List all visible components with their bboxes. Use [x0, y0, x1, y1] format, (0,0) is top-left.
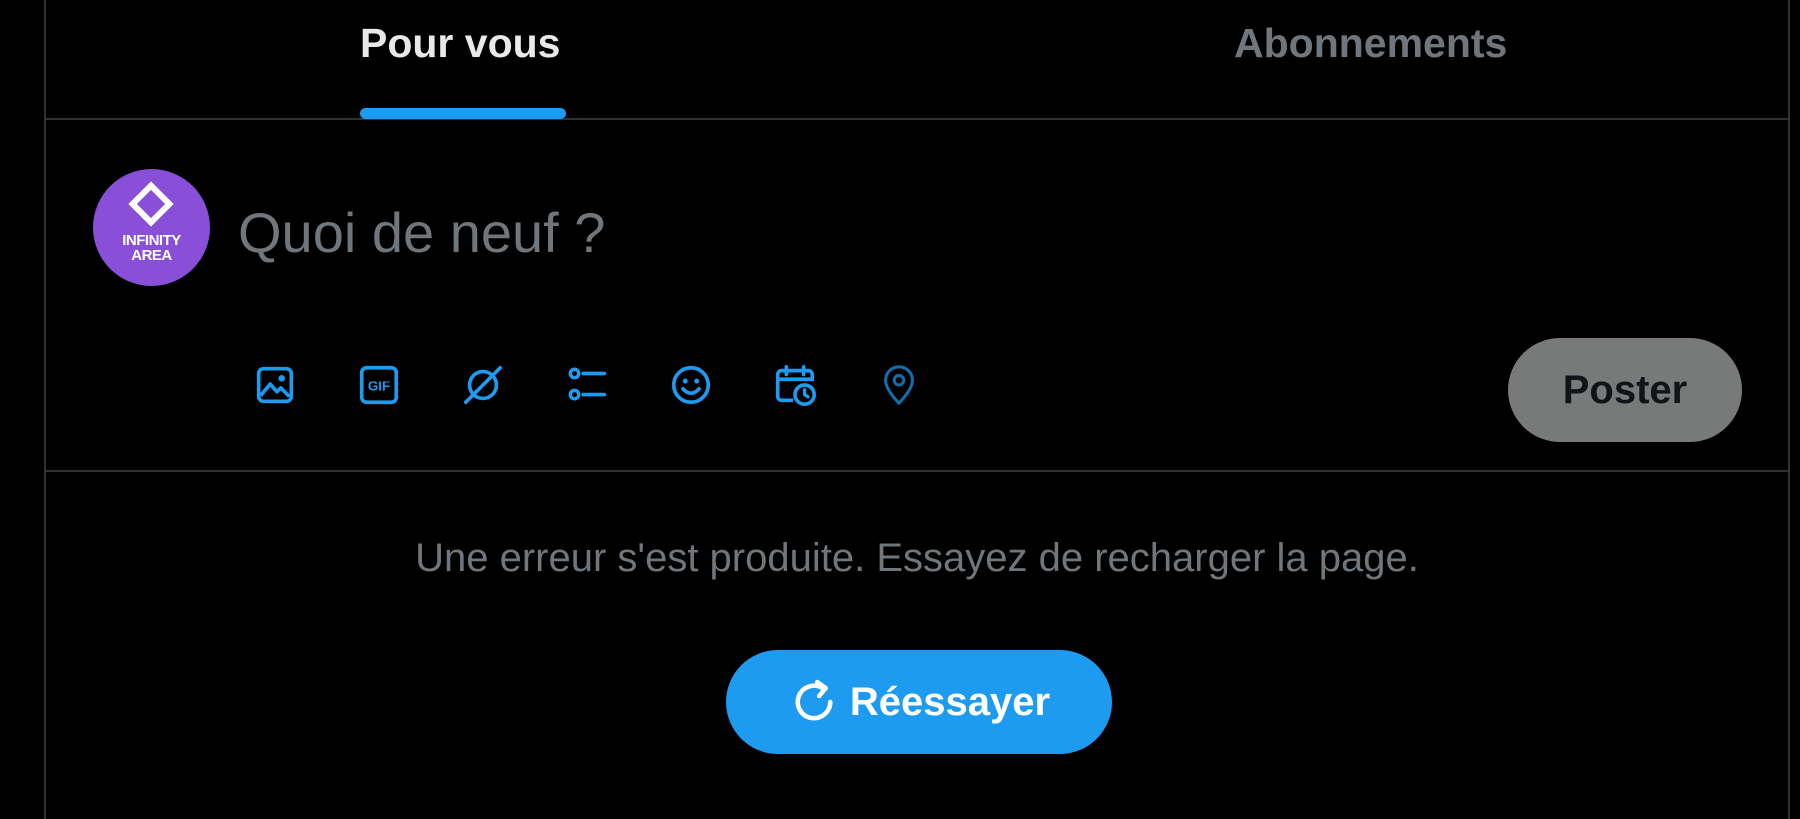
retry-button[interactable]: Réessayer [726, 650, 1112, 754]
tab-following-label: Abonnements [1234, 20, 1508, 66]
retry-button-label: Réessayer [849, 679, 1051, 724]
emoji-icon [671, 365, 711, 405]
post-button[interactable]: Poster [1508, 338, 1742, 442]
schedule-icon [775, 364, 816, 406]
error-message: Une erreur s'est produite. Essayez de re… [415, 536, 1419, 580]
tab-for-you-label: Pour vous [360, 20, 561, 66]
add-gif-button[interactable]: GIF [344, 350, 414, 420]
avatar-text-line1: INFINITY [122, 232, 181, 249]
timeline-tabs: Pour vous Abonnements [46, 0, 1788, 120]
schedule-button[interactable] [760, 350, 830, 420]
tab-for-you[interactable]: Pour vous [46, 0, 916, 119]
gif-icon: GIF [359, 365, 399, 405]
poll-icon [568, 367, 607, 401]
tab-following[interactable]: Abonnements [916, 0, 1788, 118]
avatar[interactable]: INFINITY AREA [93, 169, 210, 286]
refresh-icon [795, 679, 833, 721]
avatar-diamond-icon [128, 181, 174, 227]
gif-icon-text: GIF [368, 379, 390, 394]
grok-button[interactable] [448, 350, 518, 420]
location-icon [884, 365, 914, 405]
tab-active-indicator [360, 108, 566, 119]
grok-icon [463, 365, 503, 405]
avatar-text-line2: AREA [131, 247, 172, 264]
timeline-column: Pour vous Abonnements INFINITY AREA Quoi… [44, 0, 1790, 819]
add-poll-button[interactable] [552, 350, 622, 420]
image-icon [256, 366, 294, 404]
add-location-button[interactable] [864, 350, 934, 420]
compose-input[interactable] [238, 192, 1718, 272]
add-media-button[interactable] [240, 350, 310, 420]
add-emoji-button[interactable] [656, 350, 726, 420]
post-composer: INFINITY AREA GIF [46, 120, 1788, 472]
